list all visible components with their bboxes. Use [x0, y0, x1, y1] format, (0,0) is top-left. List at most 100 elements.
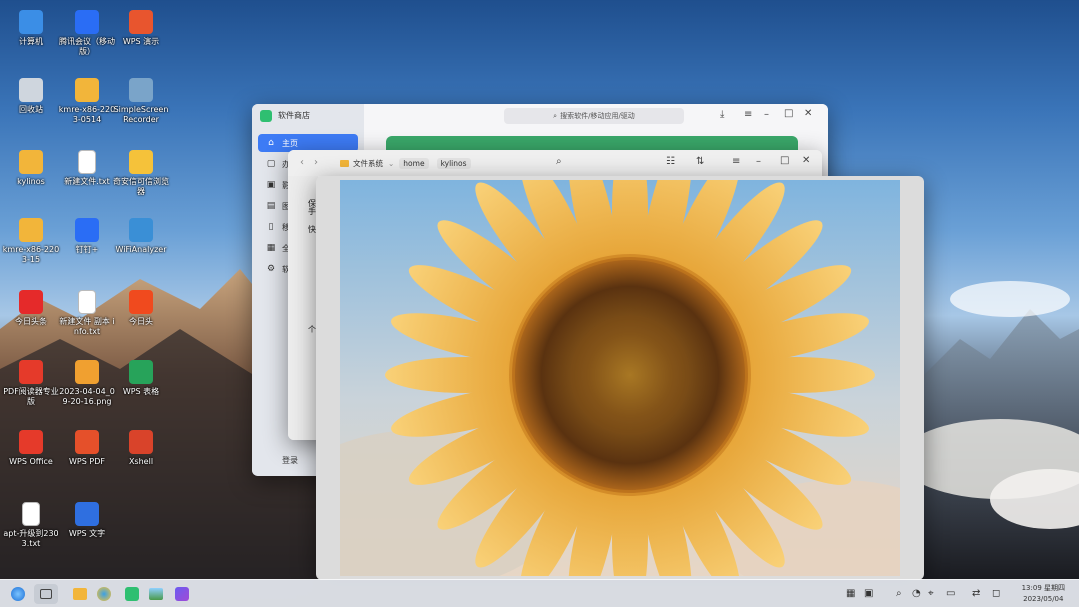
desktop-icon-label: WPS 文字 [68, 529, 106, 538]
store-title: 软件商店 [278, 111, 310, 120]
breadcrumb-item[interactable]: home [399, 157, 429, 169]
desktop-icon[interactable]: SimpleScreen Recorder [112, 78, 170, 125]
notification-icon[interactable]: ◻ [992, 588, 1000, 599]
path-breadcrumb[interactable]: 文件系统 ⌄ home kylinos [340, 155, 546, 171]
desktop-icon[interactable]: WPS Office [2, 430, 60, 467]
desktop-icon[interactable]: 2023-04-04_09-20-16.png [58, 360, 116, 407]
file-manager-icon [73, 588, 87, 600]
sidebar-item-label[interactable]: 手 [308, 206, 316, 217]
desktop-icon[interactable]: WiFiAnalyzer [112, 218, 170, 255]
toutiao-icon [19, 290, 43, 314]
taskbar-browser[interactable] [94, 584, 114, 604]
dingtalk-icon [75, 218, 99, 242]
desktop-icon-label: 新建文件 副本 info.txt [59, 317, 115, 336]
folder-icon [19, 150, 43, 174]
sidebar-item-label[interactable]: 个 [308, 324, 316, 335]
minimize-icon[interactable]: – [764, 109, 769, 120]
image-file-icon [75, 360, 99, 384]
software-store-icon [125, 587, 139, 601]
breadcrumb-item[interactable]: kylinos [436, 157, 471, 169]
desktop-icon[interactable]: 钉钉+ [58, 218, 116, 255]
folder-icon [19, 218, 43, 242]
desktop-icon[interactable]: WPS 表格 [112, 360, 170, 397]
maximize-icon[interactable]: □ [784, 108, 793, 119]
desktop-icon-label: 回收站 [19, 105, 43, 114]
taskbar-screen-recorder[interactable] [172, 584, 192, 604]
desktop-icon-label: PDF阅读器专业版 [3, 387, 59, 406]
close-icon[interactable]: ✕ [802, 155, 810, 166]
sidebar-item-label[interactable]: 快 [308, 224, 316, 235]
search-icon[interactable]: ⌕ [896, 588, 902, 599]
keyboard-icon[interactable]: ▦ [846, 588, 855, 599]
sort-icon[interactable]: ⇅ [696, 156, 704, 167]
breadcrumb-item[interactable]: 文件系统 [353, 158, 383, 169]
desktop-icon[interactable]: kylinos [2, 150, 60, 187]
screen-recorder-icon [175, 587, 189, 601]
view-mode-icon[interactable]: ☷ [666, 156, 675, 167]
desktop-icon[interactable]: 今日头条 [2, 290, 60, 327]
desktop-icon-label: 2023-04-04_09-20-16.png [59, 387, 115, 406]
desktop-icon[interactable]: 计算机 [2, 10, 60, 47]
chevron-down-icon: ⌄ [388, 158, 395, 168]
desktop-icon-label: 今日头条 [15, 317, 47, 326]
desktop-icon[interactable]: WPS 文字 [58, 502, 116, 539]
clock-date: 2023/05/04 [1023, 595, 1064, 603]
desktop-icon[interactable]: kmre-x86-2203-0514 [58, 78, 116, 125]
file-manager-sidebar: 保 手 快 个 [288, 176, 318, 440]
wifi-analyzer-icon [129, 218, 153, 242]
maximize-icon[interactable]: □ [780, 155, 789, 166]
store-search-input[interactable]: ⌕ 搜索软件/移动应用/驱动 [504, 108, 684, 124]
login-button[interactable]: 登录 [282, 455, 298, 466]
start-menu-button[interactable] [8, 584, 28, 604]
sidebar-item-label: 主页 [282, 138, 298, 148]
menu-icon[interactable]: ≡ [732, 156, 740, 167]
close-icon[interactable]: ✕ [804, 108, 812, 119]
desktop-icon[interactable]: 腾讯会议（移动版） [58, 10, 116, 57]
desktop-icon-label: 腾讯会议（移动版） [59, 37, 115, 56]
text-file-icon [22, 502, 40, 526]
desktop-icon[interactable]: 奇安信可信浏览器 [112, 150, 170, 197]
taskbar-image-viewer[interactable] [146, 584, 166, 604]
desktop-icon[interactable]: WPS PDF [58, 430, 116, 467]
battery-icon[interactable]: ▭ [946, 588, 955, 599]
taskbar-file-manager[interactable] [70, 584, 90, 604]
desktop-icon[interactable]: PDF阅读器专业版 [2, 360, 60, 407]
home-icon: ⌂ [268, 138, 274, 148]
desktop-icon-label: kmre-x86-2203-0514 [58, 105, 116, 124]
download-icon[interactable]: ⤓ [720, 109, 724, 120]
search-icon[interactable]: ⌕ [556, 156, 562, 167]
desktop-icon[interactable]: Xshell [112, 430, 170, 467]
forward-icon[interactable]: › [314, 157, 318, 168]
office-icon: ▢ [266, 159, 276, 169]
network-icon[interactable]: ⌖ [928, 588, 934, 599]
minimize-icon[interactable]: – [756, 156, 761, 167]
desktop-icon-label: 新建文件.txt [64, 177, 110, 186]
desktop-icon-label: kmre-x86-2203-15 [2, 245, 60, 264]
folder-icon [75, 78, 99, 102]
taskbar-software-store[interactable] [122, 584, 142, 604]
desktop-icon[interactable]: WPS 演示 [112, 10, 170, 47]
wps-writer-icon [75, 502, 99, 526]
multitask-view-button[interactable] [34, 584, 58, 604]
desktop-icon[interactable]: apt-升级到2303.txt [2, 502, 60, 549]
desktop-icon[interactable]: kmre-x86-2203-15 [2, 218, 60, 265]
nosound-icon[interactable]: ◔ [912, 588, 921, 599]
desktop-icon[interactable]: 新建文件 副本 info.txt [58, 290, 116, 337]
desktop-icon-label: apt-升级到2303.txt [3, 529, 59, 548]
file-manager-toolbar: ‹ › 文件系统 ⌄ home kylinos ⌕ ☷ ⇅ ≡ – □ ✕ [288, 150, 822, 176]
image-viewer-icon [149, 588, 163, 600]
clock[interactable]: 13:09 星期四 2023/05/04 [1022, 583, 1065, 605]
browser-icon [129, 150, 153, 174]
tablet-mode-icon[interactable]: ▣ [864, 588, 873, 599]
tencent-meeting-icon [75, 10, 99, 34]
desktop-icon-label: WPS PDF [69, 457, 105, 466]
desktop-icon-label: WPS 演示 [122, 37, 160, 46]
desktop-icon-label: 钉钉+ [75, 245, 99, 254]
desktop-icon[interactable]: 回收站 [2, 78, 60, 115]
image-viewer-window[interactable] [316, 176, 924, 580]
back-icon[interactable]: ‹ [300, 157, 304, 168]
menu-icon[interactable]: ≡ [744, 109, 752, 120]
bluetooth-icon[interactable]: ⇄ [972, 588, 980, 599]
desktop-icon[interactable]: 新建文件.txt [58, 150, 116, 187]
desktop-icon[interactable]: 今日头 [112, 290, 170, 327]
